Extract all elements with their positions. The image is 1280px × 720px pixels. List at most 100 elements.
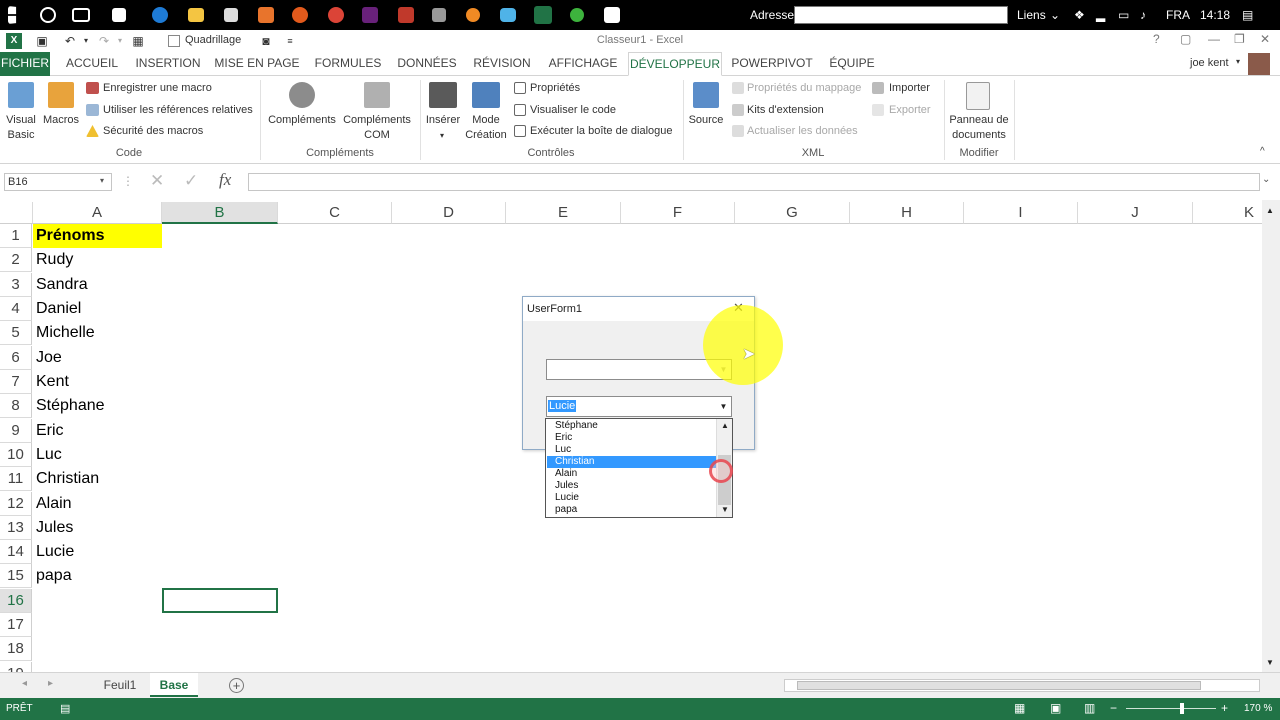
map-properties-button[interactable]: Propriétés du mappage [747, 81, 861, 96]
scroll-up-icon[interactable]: ▲ [721, 421, 729, 430]
column-header[interactable]: E [506, 202, 621, 224]
normal-view-icon[interactable]: ▦ [1014, 701, 1025, 715]
avatar[interactable] [1248, 53, 1270, 75]
extension-packs-button[interactable]: Kits d'extension [747, 103, 824, 118]
cell-a10[interactable]: Luc [33, 443, 62, 467]
user-name[interactable]: joe kent [1190, 57, 1229, 69]
chevron-down-icon[interactable]: ⌄ [1050, 8, 1060, 22]
row-header[interactable]: 7 [0, 370, 32, 394]
windows-start-icon[interactable] [8, 6, 17, 24]
list-item[interactable]: Luc [547, 444, 716, 456]
cell-a14[interactable]: Lucie [33, 540, 74, 564]
tab-developer[interactable]: DÉVELOPPEUR [628, 52, 722, 76]
column-header[interactable]: C [278, 202, 392, 224]
tab-powerpivot[interactable]: POWERPIVOT [730, 52, 814, 76]
network-icon[interactable]: ▂ [1096, 8, 1105, 22]
links-label[interactable]: Liens [1017, 8, 1046, 22]
row-header[interactable]: 2 [0, 248, 32, 272]
add-sheet-icon[interactable]: + [229, 678, 244, 693]
row-header[interactable]: 18 [0, 637, 32, 661]
record-macro-button[interactable]: Enregistrer une macro [103, 81, 212, 96]
edge-browser-icon[interactable] [152, 7, 168, 23]
row-header[interactable]: 3 [0, 273, 32, 297]
view-code-button[interactable]: Visualiser le code [530, 103, 616, 118]
confirm-entry-icon[interactable]: ✓ [184, 171, 198, 191]
column-header[interactable]: B [162, 202, 278, 224]
media-player-icon[interactable] [258, 7, 274, 23]
properties-button[interactable]: Propriétés [530, 81, 580, 96]
cell-a5[interactable]: Michelle [33, 321, 95, 345]
cell-a11[interactable]: Christian [33, 467, 99, 491]
active-cell-b16[interactable] [162, 588, 278, 613]
zoom-level[interactable]: 170 % [1244, 703, 1272, 714]
search-circle-icon[interactable] [40, 7, 56, 23]
relative-refs-button[interactable]: Utiliser les références relatives [103, 103, 253, 118]
tab-review[interactable]: RÉVISION [470, 52, 534, 76]
list-item[interactable]: Jules [547, 480, 716, 492]
page-break-view-icon[interactable]: ▥ [1084, 701, 1095, 715]
row-header[interactable]: 6 [0, 346, 32, 370]
row-header[interactable]: 1 [0, 224, 32, 248]
list-item[interactable]: Eric [547, 432, 716, 444]
app-red-icon[interactable] [398, 7, 414, 23]
macros-button[interactable]: Macros [40, 113, 82, 128]
scroll-down-icon[interactable]: ▼ [721, 505, 729, 514]
column-header[interactable]: K [1193, 202, 1262, 224]
firefox-icon[interactable] [292, 7, 308, 23]
visual-basic-button[interactable]: Visual Basic [2, 113, 40, 143]
row-header[interactable]: 13 [0, 516, 32, 540]
collapse-ribbon-icon[interactable]: ^ [1260, 146, 1265, 157]
cell-a3[interactable]: Sandra [33, 273, 88, 297]
cell-a8[interactable]: Stéphane [33, 394, 105, 418]
prev-sheet-icon[interactable]: ◂ [22, 678, 27, 689]
zoom-in-icon[interactable]: + [1221, 701, 1228, 715]
dropbox-icon[interactable]: ❖ [1074, 8, 1085, 22]
row-header[interactable]: 12 [0, 492, 32, 516]
scroll-down-icon[interactable]: ▼ [1266, 658, 1274, 667]
app-star-icon[interactable] [466, 8, 480, 22]
import-button[interactable]: Importer [889, 81, 930, 96]
name-box[interactable]: B16 [4, 173, 112, 191]
row-header[interactable]: 9 [0, 419, 32, 443]
column-header[interactable]: I [964, 202, 1078, 224]
horizontal-scroll-thumb[interactable] [797, 681, 1201, 690]
column-header[interactable]: G [735, 202, 850, 224]
formula-input[interactable] [248, 173, 1260, 191]
page-layout-view-icon[interactable]: ▣ [1050, 701, 1061, 715]
list-item[interactable]: Lucie [547, 492, 716, 504]
tab-page-layout[interactable]: MISE EN PAGE [214, 52, 300, 76]
help-icon[interactable]: ? [1153, 32, 1160, 46]
clover-icon[interactable] [570, 8, 584, 22]
scroll-up-icon[interactable]: ▲ [1266, 206, 1274, 215]
cell-a4[interactable]: Daniel [33, 297, 81, 321]
next-sheet-icon[interactable]: ▸ [48, 678, 53, 689]
insert-control-button[interactable]: Insérer [422, 113, 464, 128]
refresh-data-button[interactable]: Actualiser les données [747, 124, 858, 139]
tab-file[interactable]: FICHIER [0, 52, 50, 76]
list-item[interactable]: papa [547, 504, 716, 516]
macro-security-button[interactable]: Sécurité des macros [103, 124, 203, 139]
notifications-icon[interactable]: ▤ [1242, 8, 1253, 22]
close-window-icon[interactable]: ✕ [1260, 32, 1270, 46]
export-button[interactable]: Exporter [889, 103, 931, 118]
tab-view[interactable]: AFFICHAGE [546, 52, 620, 76]
cell-a9[interactable]: Eric [33, 419, 64, 443]
visual-studio-icon[interactable] [362, 7, 378, 23]
document-panel-button[interactable]: Panneau de documents [946, 113, 1012, 143]
column-header[interactable]: H [850, 202, 964, 224]
clock[interactable]: 14:18 [1200, 8, 1230, 22]
cell-a6[interactable]: Joe [33, 346, 62, 370]
column-header[interactable]: A [33, 202, 162, 224]
expand-formula-icon[interactable]: ⌄ [1262, 174, 1270, 185]
cancel-entry-icon[interactable]: ✕ [150, 171, 164, 191]
restore-icon[interactable]: ❐ [1234, 32, 1245, 46]
cell-a13[interactable]: Jules [33, 516, 73, 540]
combobox-1[interactable]: ▼ [546, 359, 732, 380]
tab-team[interactable]: ÉQUIPE [826, 52, 878, 76]
battery-icon[interactable]: ▭ [1118, 8, 1129, 22]
volume-icon[interactable]: ♪ [1140, 8, 1146, 22]
paint-icon[interactable] [500, 8, 516, 22]
ribbon-display-icon[interactable]: ▢ [1180, 32, 1191, 46]
language-indicator[interactable]: FRA [1166, 8, 1190, 22]
row-header[interactable]: 17 [0, 613, 32, 637]
